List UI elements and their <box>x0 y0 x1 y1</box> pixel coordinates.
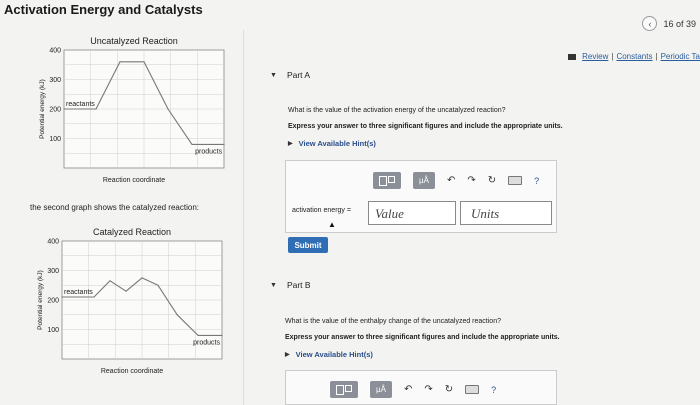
part-a-hint[interactable]: ▶ View Available Hint(s) <box>288 139 376 148</box>
caret-down-icon: ▼ <box>270 71 277 79</box>
keyboard-icon[interactable] <box>465 385 480 394</box>
data-point <box>157 284 159 286</box>
page-title: Activation Energy and Catalysts <box>4 2 203 17</box>
data-point <box>125 290 127 292</box>
data-point <box>93 296 95 298</box>
reactants-label: reactants <box>66 101 95 108</box>
pager: ‹ 16 of 39 <box>642 16 696 31</box>
prev-page-button[interactable]: ‹ <box>642 16 658 31</box>
pager-count: 16 of 39 <box>663 18 696 29</box>
keyboard-icon[interactable] <box>508 176 523 185</box>
x-axis-label: Reaction coordinate <box>101 368 163 375</box>
data-point <box>197 334 199 336</box>
y-tick-label: 400 <box>49 48 61 55</box>
caret-right-icon: ▶ <box>285 352 290 358</box>
mouse-cursor-icon: ▲ <box>328 220 336 229</box>
help-button[interactable]: ? <box>534 176 539 186</box>
reset-icon[interactable]: ↻ <box>488 175 496 186</box>
constants-link[interactable]: Constants <box>616 52 652 61</box>
data-point <box>221 334 223 336</box>
catalyzed-intro-text: the second graph shows the catalyzed rea… <box>30 203 199 212</box>
units-button[interactable]: µÅ <box>413 172 435 189</box>
y-tick-label: 100 <box>49 136 61 143</box>
value-input[interactable]: Value <box>368 201 456 225</box>
units-button[interactable]: µÅ <box>370 381 392 398</box>
data-point <box>223 143 225 145</box>
activation-energy-label: activation energy = <box>292 207 351 214</box>
part-b-instruction: Express your answer to three significant… <box>285 334 560 341</box>
chart-title: Uncatalyzed Reaction <box>90 36 178 46</box>
caret-down-icon: ▼ <box>270 281 277 289</box>
top-links: Review | Constants | Periodic Ta <box>568 52 700 61</box>
submit-button[interactable]: Submit <box>288 237 328 253</box>
part-b-header[interactable]: ▼ Part B <box>270 280 311 290</box>
undo-icon[interactable]: ↶ <box>447 175 455 186</box>
y-axis-label: Potential energy (kJ) <box>39 79 46 139</box>
review-link[interactable]: Review <box>582 52 608 61</box>
data-point <box>119 61 121 63</box>
caret-right-icon: ▶ <box>288 141 293 147</box>
y-tick-label: 300 <box>47 268 59 275</box>
chevron-left-icon: ‹ <box>648 18 652 29</box>
chart-title: Catalyzed Reaction <box>93 227 171 237</box>
panel-divider <box>243 30 244 405</box>
help-button[interactable]: ? <box>491 385 496 395</box>
part-a-instruction: Express your answer to three significant… <box>288 123 563 130</box>
periodic-table-link[interactable]: Periodic Ta <box>661 52 700 61</box>
uncatalyzed-chart: Uncatalyzed Reaction 400 300 200 100 Potentia… <box>30 32 230 202</box>
products-label: products <box>193 339 220 346</box>
data-point <box>109 280 111 282</box>
review-icon <box>568 53 577 60</box>
reset-icon[interactable]: ↻ <box>445 384 453 395</box>
data-point <box>167 108 169 110</box>
y-tick-label: 400 <box>47 239 59 246</box>
data-point <box>143 61 145 63</box>
part-b-hint-label: View Available Hint(s) <box>295 350 373 359</box>
products-label: products <box>195 148 222 155</box>
units-input[interactable]: Units <box>460 201 552 225</box>
redo-icon[interactable]: ↷ <box>467 175 475 186</box>
undo-icon[interactable]: ↶ <box>404 384 412 395</box>
y-axis-label: Potential energy (kJ) <box>37 270 44 330</box>
part-b-hint[interactable]: ▶ View Available Hint(s) <box>285 350 373 359</box>
x-axis-label: Reaction coordinate <box>103 177 165 184</box>
reactants-label: reactants <box>64 289 93 296</box>
data-point <box>176 314 178 316</box>
redo-icon[interactable]: ↷ <box>424 384 432 395</box>
data-point <box>95 108 97 110</box>
y-tick-label: 100 <box>47 327 59 334</box>
data-point <box>141 277 143 279</box>
part-b-toolbar: µÅ ↶ ↷ ↻ ? <box>330 381 496 398</box>
y-tick-label: 300 <box>49 77 61 84</box>
catalyzed-chart: Catalyzed Reaction 400 300 200 100 Potential … <box>28 223 228 393</box>
data-point <box>191 143 193 145</box>
part-a-toolbar: µÅ ↶ ↷ ↻ ? <box>373 172 539 189</box>
part-b-question: What is the value of the enthalpy change… <box>285 318 501 325</box>
part-a-question: What is the value of the activation ener… <box>288 107 506 114</box>
templates-icon[interactable] <box>330 381 358 398</box>
part-b-label: Part B <box>286 280 311 290</box>
part-a-hint-label: View Available Hint(s) <box>298 139 376 148</box>
y-tick-label: 200 <box>49 107 61 114</box>
data-point <box>63 108 65 110</box>
part-a-label: Part A <box>286 70 311 80</box>
part-a-header[interactable]: ▼ Part A <box>270 70 310 80</box>
templates-icon[interactable] <box>373 172 401 189</box>
catalyzed-chart-svg: Catalyzed Reaction 400 300 200 100Potential … <box>37 227 223 375</box>
y-tick-label: 200 <box>47 298 59 305</box>
data-point <box>61 296 63 298</box>
uncatalyzed-chart-svg: Uncatalyzed Reaction 400 300 200 100Potentia… <box>39 36 225 184</box>
